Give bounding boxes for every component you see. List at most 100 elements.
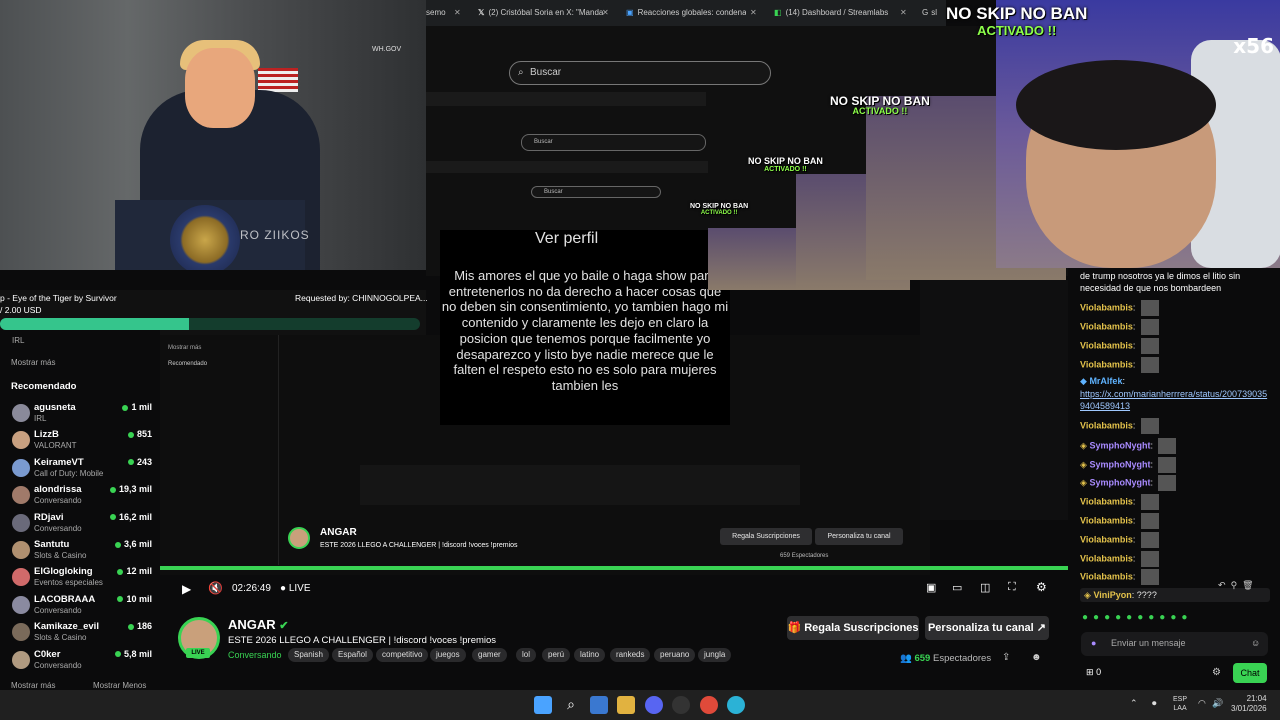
chat-username[interactable]: SymphoNyght <box>1089 477 1150 487</box>
tag-6[interactable]: perú <box>542 648 571 662</box>
browser-tab[interactable]: ◧ (14) Dashboard / Streamlabs <box>774 0 894 26</box>
sidebar-item-elglogloking[interactable]: ElGlogloking Eventos especiales 12 mil <box>12 566 152 592</box>
mic-icon[interactable]: ● <box>1091 638 1096 648</box>
browser-tab[interactable]: 𝕏 (2) Cristóbal Soria en X: "Manda <box>478 0 604 26</box>
emote-bar[interactable]: ●●●●●●●●●● <box>1082 612 1192 623</box>
emote-image <box>1158 457 1177 473</box>
show-more-link[interactable]: Mostrar más <box>11 681 55 690</box>
close-icon[interactable]: ✕ <box>454 0 466 26</box>
sidebar-item-kamikaze_evil[interactable]: Kamikaze_evil Slots & Casino 186 <box>12 621 152 647</box>
sidebar-item-c0ker[interactable]: C0ker Conversando 5,8 mil <box>12 649 152 675</box>
show-more-link[interactable]: Mostrar más <box>11 358 55 367</box>
discord-icon[interactable] <box>645 696 663 714</box>
clip-icon[interactable]: ▣ <box>926 581 936 594</box>
search-icon[interactable]: ⌕ <box>562 696 580 714</box>
volume-icon[interactable]: 🔊 <box>1212 698 1223 709</box>
theater-icon[interactable]: ▭ <box>952 581 962 594</box>
chat-username[interactable]: Violabambis <box>1080 496 1133 506</box>
tag-3[interactable]: juegos <box>430 648 466 662</box>
chrome-icon[interactable] <box>700 696 718 714</box>
sidebar-item-agusneta[interactable]: agusneta IRL 1 mil <box>12 402 152 428</box>
show-less-link[interactable]: Mostrar Menos <box>93 681 146 690</box>
fullscreen-icon[interactable]: ⛶ <box>1008 581 1016 594</box>
sidebar-item-keiramevt[interactable]: KeirameVT Call of Duty: Mobile 243 <box>12 457 152 483</box>
tag-0[interactable]: Spanish <box>288 648 329 662</box>
chat-username[interactable]: Violabambis <box>1080 359 1133 369</box>
badge-icon: ◆ <box>1080 376 1087 386</box>
taskbar <box>0 690 1280 720</box>
chat-username[interactable]: Violabambis <box>1080 553 1133 563</box>
browser-tab[interactable]: ▣ Reacciones globales: condena <box>626 0 746 26</box>
tag-10[interactable]: jungla <box>698 648 732 662</box>
channel-points[interactable]: ⊞ 0 <box>1086 667 1101 678</box>
folder-icon[interactable] <box>617 696 635 714</box>
clock[interactable]: 21:04 3/01/2026 <box>1231 694 1267 714</box>
chat-message: Violabambis: <box>1080 494 1159 510</box>
sidebar-item-category: Slots & Casino <box>34 551 87 560</box>
chat-input[interactable]: ● Enviar un mensaje ☺ <box>1081 632 1268 656</box>
gift-subs-button[interactable]: 🎁 Regala Suscripciones <box>787 616 919 640</box>
stream-title: ESTE 2026 LLEGO A CHALLENGER | !discord … <box>228 635 497 646</box>
search-input[interactable]: ⌕ Buscar <box>509 61 771 85</box>
browser-tab[interactable]: Gsl <box>922 0 944 26</box>
customize-channel-button[interactable]: Personaliza tu canal ↗ <box>925 616 1049 640</box>
chat-send-button[interactable]: Chat <box>1233 663 1267 683</box>
play-icon[interactable]: ▶ <box>182 582 191 596</box>
steam-icon[interactable] <box>672 696 690 714</box>
sidebar-item-alondrissa[interactable]: alondrissa Conversando 19,3 mil <box>12 484 152 510</box>
edge-icon[interactable] <box>727 696 745 714</box>
player-progress[interactable] <box>160 566 1068 570</box>
avatar <box>12 595 30 614</box>
undo-icon[interactable]: ↶ <box>1218 580 1226 590</box>
chat-username[interactable]: Violabambis <box>1080 340 1133 350</box>
chat-username[interactable]: Violabambis <box>1080 571 1133 581</box>
tag-7[interactable]: latino <box>574 648 606 662</box>
chat-username[interactable]: SymphoNyght <box>1089 459 1150 469</box>
chat-link[interactable]: https://x.com/marianherrrera/status/2007… <box>1080 388 1267 400</box>
tag-2[interactable]: competitivo <box>376 648 429 662</box>
tab-label: (2) Cristóbal Soria en X: "Manda <box>488 8 604 17</box>
sidebar-item-santutu[interactable]: Santutu Slots & Casino 3,6 mil <box>12 539 152 565</box>
user-icon[interactable]: ☻ <box>1031 652 1042 663</box>
wifi-icon[interactable]: ◠ <box>1198 698 1206 709</box>
tag-1[interactable]: Español <box>332 648 373 662</box>
tag-5[interactable]: lol <box>516 648 537 662</box>
pin-icon[interactable]: ⚲ <box>1231 580 1238 590</box>
chat-username[interactable]: ViniPyon <box>1093 590 1131 600</box>
viewers-value: 659 <box>914 653 931 664</box>
close-icon[interactable]: ✕ <box>602 0 614 26</box>
tag-4[interactable]: gamer <box>472 648 507 662</box>
mute-icon[interactable]: 🔇 <box>208 581 223 595</box>
sidebar-item-name: Santutu <box>34 539 70 550</box>
tag-9[interactable]: peruano <box>654 648 696 662</box>
chat-username[interactable]: Violabambis <box>1080 515 1133 525</box>
share-icon[interactable]: ⇪ <box>1002 652 1010 663</box>
sidebar-item-lizzb[interactable]: LizzB VALORANT 851 <box>12 429 152 455</box>
mic-tray-icon[interactable]: ⏺ <box>1152 698 1157 709</box>
channel-name[interactable]: ANGAR ✔ <box>228 617 289 632</box>
avatar <box>12 541 30 559</box>
chat-username[interactable]: SymphoNyght <box>1089 440 1150 450</box>
chat-username[interactable]: Violabambis <box>1080 321 1133 331</box>
store-icon[interactable] <box>590 696 608 714</box>
chat-username[interactable]: Violabambis <box>1080 302 1133 312</box>
chat-username[interactable]: Violabambis <box>1080 420 1133 430</box>
sidebar-item-rdjavi[interactable]: RDjavi Conversando 16,2 mil <box>12 512 152 538</box>
windows-start-icon[interactable] <box>534 696 552 714</box>
stream-category[interactable]: Conversando <box>228 650 282 660</box>
gear-icon[interactable]: ⚙ <box>1212 667 1221 678</box>
language-indicator[interactable]: ESP LAA <box>1173 695 1187 713</box>
chat-username[interactable]: Violabambis <box>1080 534 1133 544</box>
tag-8[interactable]: rankeds <box>610 648 651 662</box>
chat-username[interactable]: MrAlfek <box>1089 376 1122 386</box>
avatar <box>12 568 30 587</box>
close-icon[interactable]: ✕ <box>900 0 912 26</box>
close-icon[interactable]: ✕ <box>750 0 762 26</box>
chat-link[interactable]: 9404589413 <box>1080 400 1130 412</box>
trash-icon[interactable]: 🗑 <box>1242 580 1253 590</box>
emoji-icon[interactable]: ☺ <box>1251 638 1260 648</box>
settings-icon[interactable]: ⚙ <box>1036 580 1047 594</box>
miniplayer-icon[interactable]: ◫ <box>980 581 990 594</box>
tray-chevron-icon[interactable]: ⌃ <box>1130 698 1138 709</box>
sidebar-item-lacobraaa[interactable]: LACOBRAAA Conversando 10 mil <box>12 594 152 620</box>
